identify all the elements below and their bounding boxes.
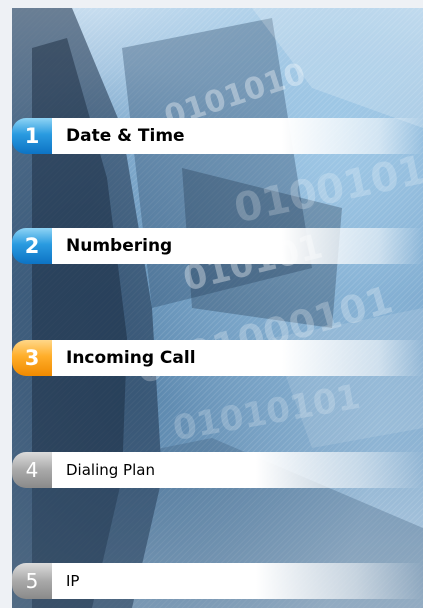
- step-number-badge: 3: [12, 340, 52, 376]
- wizard-sidebar: 0101010 0100101010 010101 0101000101 010…: [0, 0, 423, 608]
- background-panel: 0101010 0100101010 010101 0101000101 010…: [12, 8, 423, 608]
- menu-item-date-time[interactable]: 1 Date & Time: [12, 118, 423, 154]
- menu-item-incoming-call[interactable]: 3 Incoming Call: [12, 340, 423, 376]
- step-number-badge: 2: [12, 228, 52, 264]
- step-number-badge: 5: [12, 563, 52, 599]
- menu-item-label: Dialing Plan: [52, 452, 423, 488]
- step-number-badge: 1: [12, 118, 52, 154]
- step-number-badge: 4: [12, 452, 52, 488]
- menu-item-ip[interactable]: 5 IP: [12, 563, 423, 599]
- menu-item-dialing-plan[interactable]: 4 Dialing Plan: [12, 452, 423, 488]
- menu-item-label: Numbering: [52, 228, 423, 264]
- menu-item-label: IP: [52, 563, 423, 599]
- menu-item-label: Incoming Call: [52, 340, 423, 376]
- menu-item-label: Date & Time: [52, 118, 423, 154]
- computer-background-image: [12, 8, 423, 608]
- menu-item-numbering[interactable]: 2 Numbering: [12, 228, 423, 264]
